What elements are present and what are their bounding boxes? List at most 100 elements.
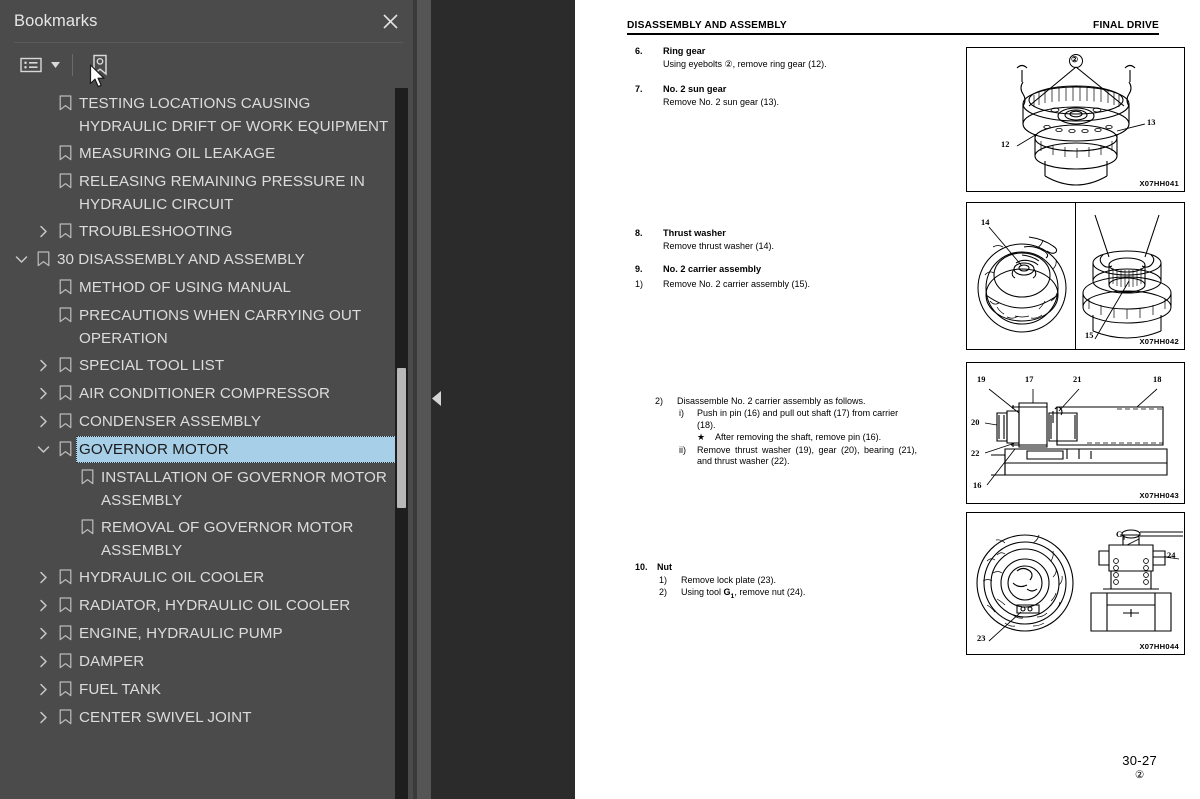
bookmark-item[interactable]: METHOD OF USING MANUAL: [0, 274, 400, 302]
step-number: 8.: [635, 228, 643, 238]
carrier-star-note-row: ★ After removing the shaft, remove pin (…: [697, 432, 917, 444]
figure-thrust-washer-and-carrier-removal: 14 15 X07HH042: [966, 202, 1185, 350]
new-bookmark-icon[interactable]: [83, 50, 117, 80]
chevron-right-icon[interactable]: [32, 676, 54, 702]
bookmark-icon: [32, 246, 54, 272]
bookmark-item-label: SPECIAL TOOL LIST: [79, 357, 225, 374]
bookmark-icon: [54, 168, 76, 194]
page-footer: 30-27 ②: [1122, 753, 1157, 781]
triangle-left-icon[interactable]: [429, 385, 445, 411]
chevron-right-icon[interactable]: [32, 620, 54, 646]
figure-label: 12: [1001, 140, 1010, 149]
bookmark-item-label: DAMPER: [79, 653, 145, 670]
close-icon[interactable]: [377, 8, 403, 34]
bookmark-item[interactable]: ENGINE, HYDRAULIC PUMP: [0, 620, 400, 648]
bookmark-item[interactable]: GOVERNOR MOTOR: [0, 436, 400, 464]
step-title: Thrust washer: [663, 228, 726, 238]
bookmark-icon: [54, 436, 76, 462]
bookmark-item-label: PRECAUTIONS WHEN CARRYING OUT OPERATION: [79, 307, 361, 347]
bookmarks-panel-title: Bookmarks: [14, 11, 98, 30]
bookmarks-tree-viewport[interactable]: TESTING LOCATIONS CAUSING HYDRAULIC DRIF…: [0, 88, 417, 799]
chevron-down-icon[interactable]: [10, 246, 32, 272]
bookmark-icon: [54, 302, 76, 328]
bookmark-item[interactable]: PRECAUTIONS WHEN CARRYING OUT OPERATION: [0, 302, 400, 352]
chevron-right-icon[interactable]: [32, 352, 54, 378]
bookmark-item[interactable]: REMOVAL OF GOVERNOR MOTOR ASSEMBLY: [0, 514, 400, 564]
bookmarks-tree: TESTING LOCATIONS CAUSING HYDRAULIC DRIF…: [0, 88, 400, 732]
figure-carrier-cross-section: 19 17 21 18 20 22 16 X07HH043: [966, 362, 1185, 504]
carrier-sub-i-row: i) Push in pin (16) and pull out shaft (…: [679, 408, 917, 432]
chevron-right-icon[interactable]: [32, 408, 54, 434]
bookmark-item-label: GOVERNOR MOTOR: [76, 436, 400, 463]
carrier-intro-row: 2) Disassemble No. 2 carrier assembly as…: [655, 396, 917, 408]
figure-code: X07HH044: [1139, 642, 1179, 651]
figure-divider: [1075, 203, 1077, 349]
list-text: Using tool G1, remove nut (24).: [681, 587, 917, 603]
toolbar-divider: [72, 54, 73, 76]
list-text: After removing the shaft, remove pin (16…: [715, 432, 882, 443]
step-10: 10. Nut 1) Remove lock plate (23). 2) Us…: [635, 562, 917, 603]
carrier-sub-ii-row: ii) Remove thrust washer (19), gear (20)…: [679, 445, 917, 469]
chevron-right-icon[interactable]: [32, 218, 54, 244]
chevron-right-icon[interactable]: [32, 380, 54, 406]
bookmark-item[interactable]: MEASURING OIL LEAKAGE: [0, 140, 400, 168]
bookmark-item[interactable]: HYDRAULIC OIL COOLER: [0, 564, 400, 592]
figure-label: ②: [1071, 55, 1079, 64]
chevron-right-icon[interactable]: [32, 704, 54, 730]
page-number: 30-27: [1122, 753, 1157, 768]
bookmark-item[interactable]: SPECIAL TOOL LIST: [0, 352, 400, 380]
step-7: 7. No. 2 sun gear Remove No. 2 sun gear …: [635, 84, 925, 109]
list-view-icon[interactable]: [14, 50, 48, 80]
bookmark-item[interactable]: CONDENSER ASSEMBLY: [0, 408, 400, 436]
chevron-down-icon[interactable]: [32, 436, 54, 462]
tool-label-prefix: Using tool: [681, 587, 724, 598]
bookmark-item-label: ENGINE, HYDRAULIC PUMP: [79, 625, 283, 642]
sidebar-scrollbar-track[interactable]: [395, 88, 408, 799]
figure-ring-gear-removal: ② 12 13 X07HH041: [966, 47, 1185, 192]
step-number: 7.: [635, 84, 643, 94]
chevron-down-icon[interactable]: [48, 50, 62, 80]
figure-code: X07HH042: [1139, 337, 1179, 346]
page-revision-mark: ②: [1134, 769, 1145, 781]
bookmark-icon: [76, 514, 98, 540]
bookmark-item-label: REMOVAL OF GOVERNOR MOTOR ASSEMBLY: [101, 519, 354, 559]
bookmark-item-label: RELEASING REMAINING PRESSURE IN HYDRAULI…: [79, 173, 365, 213]
bookmark-icon: [54, 592, 76, 618]
bookmark-item-label: INSTALLATION OF GOVERNOR MOTOR ASSEMBLY: [101, 469, 387, 509]
chevron-right-icon[interactable]: [32, 648, 54, 674]
bookmark-item-label: TESTING LOCATIONS CAUSING HYDRAULIC DRIF…: [79, 95, 389, 135]
step-10-line-2: 2) Using tool G1, remove nut (24).: [659, 587, 917, 603]
step-10-line-1: 1) Remove lock plate (23).: [659, 575, 917, 587]
bookmark-item[interactable]: CENTER SWIVEL JOINT: [0, 704, 400, 732]
bookmark-icon: [54, 274, 76, 300]
bookmark-item-label: CENTER SWIVEL JOINT: [79, 709, 252, 726]
bookmark-item[interactable]: TROUBLESHOOTING: [0, 218, 400, 246]
bookmarks-sidebar: Bookmarks TESTING LOCATIONS CAUSING HYDR…: [0, 0, 417, 799]
bookmark-item[interactable]: INSTALLATION OF GOVERNOR MOTOR ASSEMBLY: [0, 464, 400, 514]
bookmark-item[interactable]: AIR CONDITIONER COMPRESSOR: [0, 380, 400, 408]
step-10-title-row: 10. Nut: [635, 562, 917, 574]
bookmark-item[interactable]: DAMPER: [0, 648, 400, 676]
document-page[interactable]: DISASSEMBLY AND ASSEMBLY FINAL DRIVE 6. …: [575, 0, 1200, 799]
chevron-right-icon[interactable]: [32, 564, 54, 590]
bookmark-item[interactable]: RELEASING REMAINING PRESSURE IN HYDRAULI…: [0, 168, 400, 218]
bookmark-icon: [54, 380, 76, 406]
chevron-right-icon[interactable]: [32, 592, 54, 618]
step-text: Remove thrust washer (14).: [663, 241, 775, 252]
step-text: Remove No. 2 sun gear (13).: [663, 97, 780, 108]
bookmark-item-label: 30 DISASSEMBLY AND ASSEMBLY: [57, 251, 305, 268]
bookmark-item[interactable]: TESTING LOCATIONS CAUSING HYDRAULIC DRIF…: [0, 90, 400, 140]
bookmark-item[interactable]: 30 DISASSEMBLY AND ASSEMBLY: [0, 246, 400, 274]
step-text: Using eyebolts ②, remove ring gear (12).: [663, 59, 827, 70]
list-text: Disassemble No. 2 carrier assembly as fo…: [677, 396, 866, 406]
bookmark-item-label: FUEL TANK: [79, 681, 162, 698]
figure-label: 19: [977, 375, 986, 384]
bookmark-item[interactable]: FUEL TANK: [0, 676, 400, 704]
bookmark-icon: [54, 564, 76, 590]
bookmark-icon: [54, 140, 76, 166]
sidebar-scrollbar-thumb[interactable]: [397, 368, 406, 508]
bookmark-item[interactable]: RADIATOR, HYDRAULIC OIL COOLER: [0, 592, 400, 620]
